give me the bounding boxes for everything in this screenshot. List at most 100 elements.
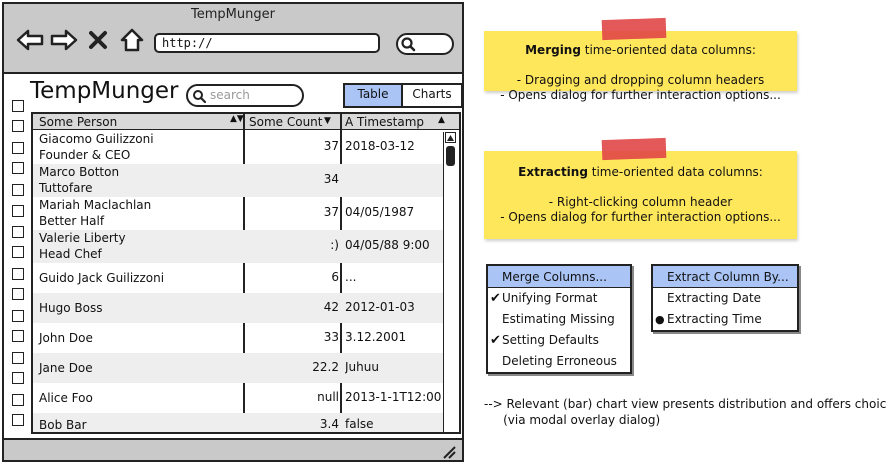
person-name: Mariah Maclachlan <box>39 198 152 212</box>
menu-item-unifying-format[interactable]: ✔ Unifying Format <box>488 288 630 309</box>
count-cell: 37 <box>323 139 339 153</box>
sort-up-icon[interactable]: ▲ <box>438 115 445 125</box>
note-line: - Opens dialog for further interaction o… <box>500 210 781 224</box>
count-cell: 42 <box>323 300 339 314</box>
menu-item-label: Deleting Erroneous <box>502 354 617 368</box>
row-checkbox[interactable] <box>12 120 24 132</box>
note-title: time-oriented data columns: <box>580 43 756 57</box>
row-checkbox[interactable] <box>12 372 24 384</box>
data-table: Some Person ▲▼ Some Count ▼ A Timestamp … <box>31 112 461 434</box>
column-header-count[interactable]: Some Count <box>249 115 322 129</box>
menu-item-estimating-missing[interactable]: Estimating Missing <box>488 309 630 330</box>
count-cell: 33 <box>323 330 339 344</box>
row-checkbox[interactable] <box>12 394 24 406</box>
home-icon[interactable] <box>118 26 146 54</box>
sort-down-icon[interactable]: ▼ <box>324 116 331 126</box>
row-checkbox[interactable] <box>12 142 24 154</box>
tab-table[interactable]: Table <box>345 85 401 106</box>
timestamp-cell: ... <box>345 270 357 284</box>
timestamp-cell: 2012-01-03 <box>345 300 415 314</box>
person-role: Head Chef <box>39 247 102 261</box>
table-row[interactable]: Bob Bar 3.4 false <box>33 413 443 432</box>
scroll-thumb[interactable] <box>446 146 455 166</box>
browser-search-field[interactable] <box>396 33 454 55</box>
row-checkbox[interactable] <box>12 414 24 426</box>
person-role: Tuttofare <box>39 181 93 195</box>
row-checkbox[interactable] <box>12 352 24 364</box>
tape <box>601 137 667 161</box>
column-header-person[interactable]: Some Person <box>39 115 117 129</box>
row-checkbox[interactable] <box>12 288 24 300</box>
menu-item-label: Unifying Format <box>502 291 598 305</box>
count-cell: :) <box>330 238 339 252</box>
resize-grip-icon[interactable] <box>442 444 456 463</box>
column-header-timestamp[interactable]: A Timestamp <box>345 115 424 129</box>
note-line: - Dragging and dropping column headers <box>516 73 765 87</box>
merge-columns-menu: Merge Columns... ✔ Unifying Format Estima… <box>486 264 632 374</box>
timestamp-cell: Juhuu <box>345 360 379 374</box>
table-row[interactable]: Alice Foo null 2013-1-1T12:00+ <box>33 383 443 413</box>
row-checkbox[interactable] <box>12 268 24 280</box>
scroll-up-icon[interactable] <box>445 132 456 143</box>
view-tabs: Table Charts <box>343 83 463 108</box>
table-row[interactable]: Marco Botton Tuttofare 34 <box>33 164 443 197</box>
menu-item-label: Extracting Date <box>667 291 762 305</box>
row-checkbox[interactable] <box>12 226 24 238</box>
status-bar <box>4 442 462 460</box>
menu-item-extracting-date[interactable]: Extracting Date <box>653 288 797 309</box>
row-checkbox[interactable] <box>12 205 24 217</box>
person-name: Marco Botton <box>39 165 120 179</box>
row-checkbox[interactable] <box>12 100 24 112</box>
app-content: TempMunger search Table Charts Some Pers… <box>4 72 463 440</box>
person-name: Hugo Boss <box>39 301 103 315</box>
table-row[interactable]: Guido Jack Guilizzoni 6 ... <box>33 263 443 293</box>
row-checkbox[interactable] <box>12 162 24 174</box>
note-line: - Right-clicking column header <box>548 195 733 209</box>
table-row[interactable]: Giacomo Guilizzoni Founder & CEO 37 2018-… <box>33 131 443 164</box>
menu-item-label: Extracting Time <box>667 312 762 326</box>
count-cell: 6 <box>331 270 339 284</box>
person-name: Jane Doe <box>39 361 93 375</box>
menu-header[interactable]: Extract Column By... <box>653 266 797 288</box>
row-checkbox[interactable] <box>12 246 24 258</box>
search-placeholder: search <box>210 88 250 102</box>
sort-both-icon[interactable]: ▲▼ <box>230 114 244 124</box>
row-checkbox[interactable] <box>12 330 24 342</box>
back-arrow-icon[interactable] <box>16 26 44 54</box>
table-row[interactable]: John Doe 33 3.12.2001 <box>33 323 443 353</box>
table-row[interactable]: Jane Doe 22.2 Juhuu <box>33 353 443 383</box>
count-cell: null <box>317 390 339 404</box>
table-header: Some Person ▲▼ Some Count ▼ A Timestamp … <box>33 114 459 130</box>
checkmark-icon: ✔ <box>490 291 501 306</box>
table-row[interactable]: Hugo Boss 42 2012-01-03 <box>33 293 443 323</box>
menu-item-label: Estimating Missing <box>502 312 615 326</box>
row-checkbox[interactable] <box>12 184 24 196</box>
person-name: Valerie Liberty <box>39 231 126 245</box>
checkmark-icon: ✔ <box>490 333 501 348</box>
menu-header[interactable]: Merge Columns... <box>488 266 630 288</box>
person-role: Better Half <box>39 214 105 228</box>
menu-item-setting-defaults[interactable]: ✔ Setting Defaults <box>488 330 630 351</box>
forward-arrow-icon[interactable] <box>50 26 78 54</box>
tab-charts[interactable]: Charts <box>401 85 461 106</box>
url-field[interactable]: http:// <box>154 33 380 53</box>
person-name: Bob Bar <box>39 418 87 432</box>
note-title: time-oriented data columns: <box>587 165 763 179</box>
table-row[interactable]: Mariah Maclachlan Better Half 37 04/05/19… <box>33 197 443 230</box>
count-cell: 34 <box>323 172 339 186</box>
sticky-note-extracting: Extracting time-oriented data columns: -… <box>484 137 797 239</box>
count-cell: 22.2 <box>312 360 339 374</box>
table-scrollbar[interactable] <box>443 132 457 432</box>
row-checkbox[interactable] <box>12 310 24 322</box>
menu-item-extracting-time[interactable]: ● Extracting Time <box>653 309 797 330</box>
note-bold-word: Merging <box>525 43 581 57</box>
timestamp-cell: 04/05/1987 <box>345 205 415 219</box>
menu-item-deleting-erroneous[interactable]: Deleting Erroneous <box>488 351 630 372</box>
tape <box>601 17 667 41</box>
person-name: Guido Jack Guilizzoni <box>39 271 165 285</box>
search-input[interactable]: search <box>186 84 304 107</box>
count-cell: 3.4 <box>319 417 339 431</box>
stop-icon[interactable] <box>84 26 112 54</box>
person-name: Alice Foo <box>39 391 93 405</box>
table-row[interactable]: Valerie Liberty Head Chef :) 04/05/88 9:0… <box>33 230 443 263</box>
